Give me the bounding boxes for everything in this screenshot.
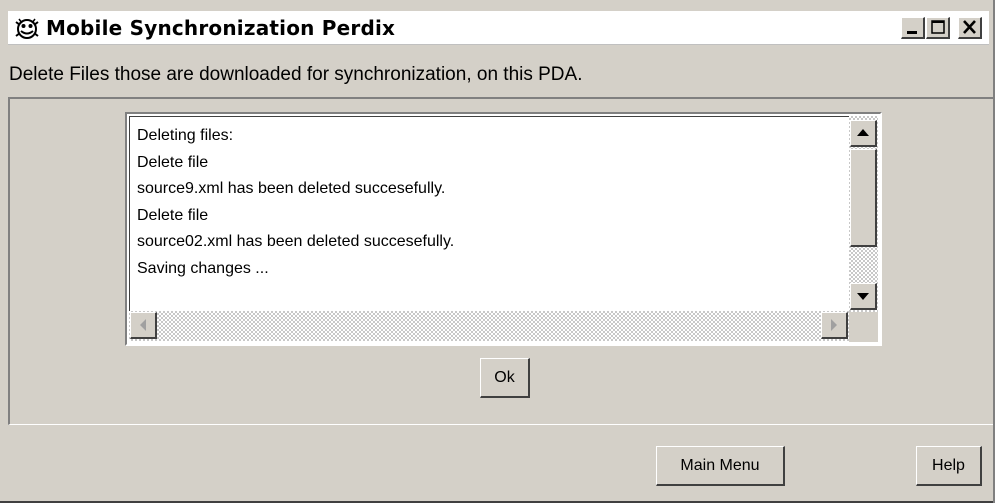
scrollbar-corner bbox=[849, 312, 878, 342]
vertical-scrollbar[interactable] bbox=[849, 116, 878, 312]
scroll-down-button[interactable] bbox=[850, 283, 877, 310]
log-line: Saving changes ... bbox=[137, 259, 269, 277]
minimize-button[interactable] bbox=[901, 17, 925, 39]
description-text: Delete Files those are downloaded for sy… bbox=[9, 64, 583, 85]
maximize-button[interactable] bbox=[926, 17, 950, 39]
log-viewport[interactable]: Deleting files: Delete file source9.xml … bbox=[129, 116, 849, 311]
log-text-area[interactable]: Deleting files: Delete file source9.xml … bbox=[125, 112, 882, 346]
ok-button[interactable]: Ok bbox=[480, 358, 530, 398]
scroll-up-button[interactable] bbox=[850, 120, 877, 147]
title-bar[interactable]: Mobile Synchronization Perdix bbox=[8, 11, 989, 45]
horizontal-scrollbar[interactable] bbox=[129, 311, 849, 341]
app-logo-icon[interactable] bbox=[14, 17, 40, 41]
minimize-icon bbox=[907, 31, 917, 34]
log-line: Deleting files: bbox=[137, 127, 234, 144]
log-line: source02.xml has been deleted succeseful… bbox=[137, 233, 455, 250]
scroll-right-arrow-icon bbox=[831, 319, 837, 331]
help-button[interactable]: Help bbox=[916, 446, 982, 486]
close-icon bbox=[963, 20, 976, 34]
scroll-right-button[interactable] bbox=[821, 312, 848, 339]
scroll-left-arrow-icon bbox=[140, 319, 146, 331]
window-title: Mobile Synchronization Perdix bbox=[46, 16, 396, 40]
log-line: Delete file bbox=[137, 153, 209, 171]
log-line: Delete file bbox=[137, 206, 209, 224]
log-lines: Deleting files: Delete file source9.xml … bbox=[137, 123, 454, 282]
close-button[interactable] bbox=[958, 17, 982, 39]
scroll-left-button[interactable] bbox=[130, 312, 157, 339]
log-line: source9.xml has been deleted succesefull… bbox=[137, 180, 446, 197]
maximize-icon bbox=[931, 20, 945, 34]
scroll-up-arrow-icon bbox=[857, 129, 869, 136]
main-window: Mobile Synchronization Perdix Delete Fil… bbox=[0, 0, 995, 503]
vertical-scroll-thumb[interactable] bbox=[850, 149, 877, 247]
main-menu-button[interactable]: Main Menu bbox=[656, 446, 785, 486]
scroll-down-arrow-icon bbox=[857, 293, 869, 300]
